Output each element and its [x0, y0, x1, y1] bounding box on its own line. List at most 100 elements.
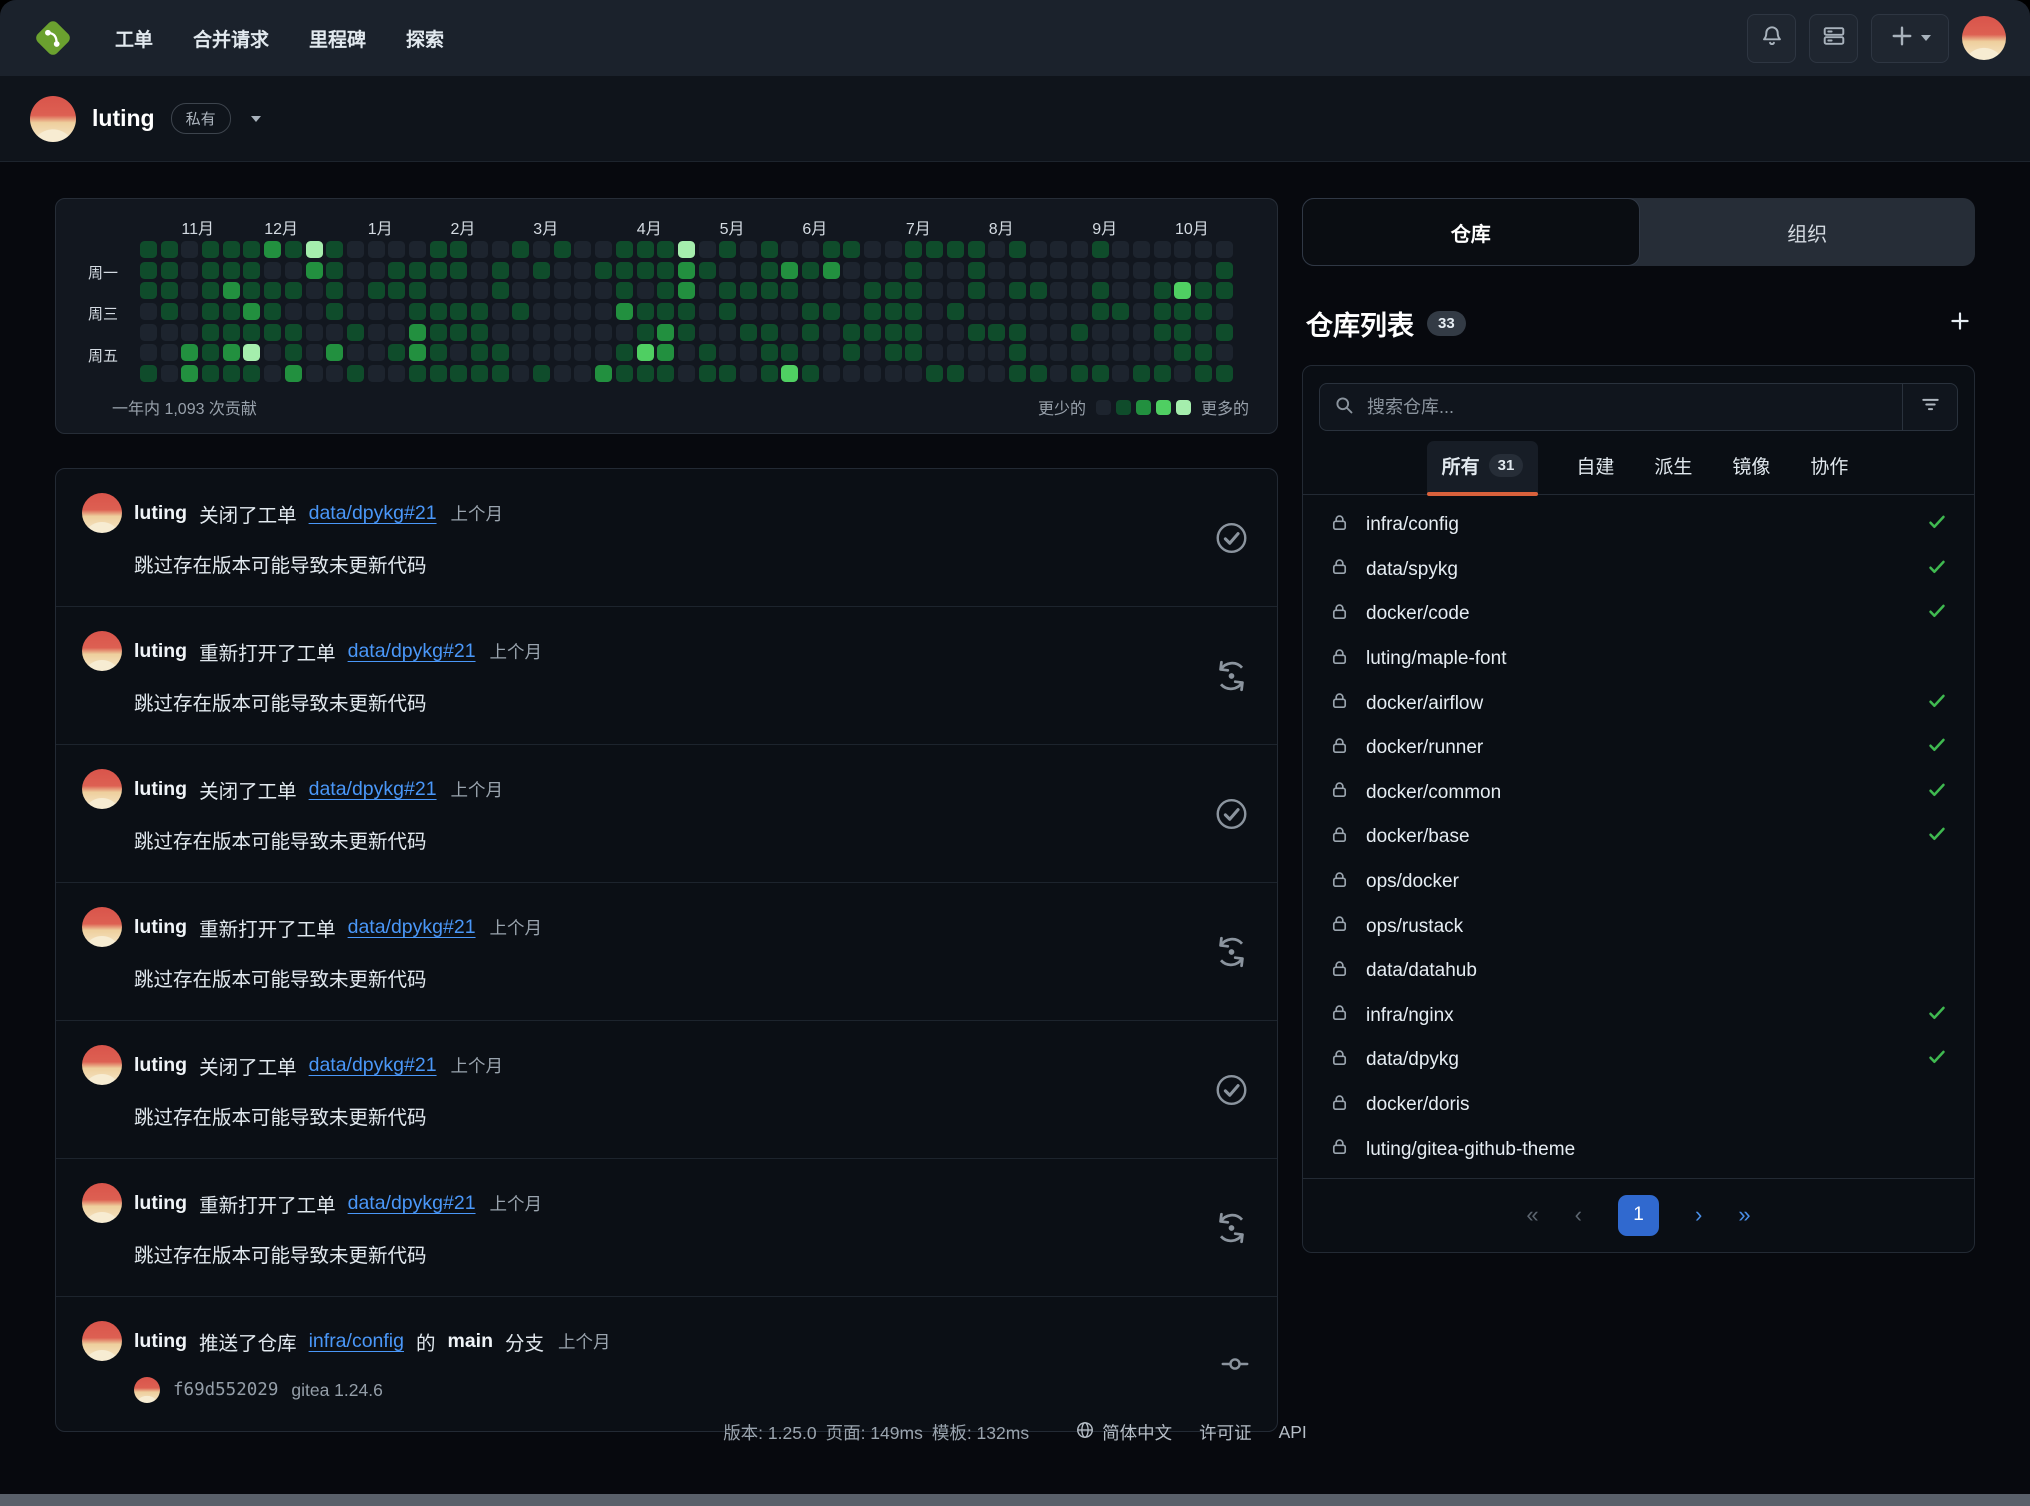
heatmap-cell [595, 324, 612, 341]
feed-user-link[interactable]: luting [134, 640, 187, 663]
repo-row[interactable]: docker/doris [1303, 1083, 1974, 1128]
repo-row[interactable]: docker/code [1303, 592, 1974, 637]
nav-item[interactable]: 合并请求 [176, 15, 286, 62]
heatmap-cell [1133, 262, 1150, 279]
heatmap-cell [719, 282, 736, 299]
footer-link[interactable]: 简体中文 [1075, 1420, 1172, 1445]
feed-repo-link[interactable]: data/dpykg#21 [348, 640, 476, 663]
feed-user-link[interactable]: luting [134, 1330, 187, 1353]
footer-link[interactable]: API [1279, 1422, 1307, 1443]
pagination-arrow[interactable]: › [1695, 1202, 1702, 1228]
heatmap-cell [306, 241, 323, 258]
feed-repo-link[interactable]: data/dpykg#21 [348, 916, 476, 939]
heatmap-cell [140, 262, 157, 279]
gitea-logo[interactable] [30, 15, 76, 61]
nav-item[interactable]: 探索 [389, 15, 461, 62]
heatmap-cell [781, 262, 798, 279]
legend-less-label: 更少的 [1038, 395, 1086, 419]
repo-row[interactable]: docker/airflow [1303, 681, 1974, 726]
tab-organizations[interactable]: 组织 [1640, 198, 1976, 266]
repo-row[interactable]: luting/maple-font [1303, 637, 1974, 682]
heatmap-cell [430, 241, 447, 258]
feed-repo-link[interactable]: data/dpykg#21 [309, 778, 437, 801]
repo-filter-tab[interactable]: 协作 [1808, 441, 1850, 494]
heatmap-cell [637, 365, 654, 382]
profile-dropdown-caret[interactable] [251, 116, 261, 122]
profile-avatar[interactable] [30, 96, 76, 142]
feed-user-link[interactable]: luting [134, 1054, 187, 1077]
repo-filter-tab[interactable]: 自建 [1574, 441, 1616, 494]
pagination-arrow[interactable]: » [1738, 1202, 1750, 1228]
heatmap-cell [140, 241, 157, 258]
heatmap-cell [926, 303, 943, 320]
feed-repo-link[interactable]: data/dpykg#21 [309, 1054, 437, 1077]
commit-avatar[interactable] [134, 1377, 160, 1403]
feed-user-link[interactable]: luting [134, 502, 187, 525]
heatmap-cell [202, 344, 219, 361]
commit-sha-link[interactable]: f69d552029 [173, 1380, 278, 1400]
repo-row[interactable]: infra/nginx [1303, 994, 1974, 1039]
feed-user-link[interactable]: luting [134, 1192, 187, 1215]
repo-row[interactable]: ops/rustack [1303, 904, 1974, 949]
feed-user-link[interactable]: luting [134, 916, 187, 939]
user-avatar[interactable] [82, 493, 122, 533]
feed-user-link[interactable]: luting [134, 778, 187, 801]
heatmap-cell [1092, 262, 1109, 279]
create-new-button[interactable] [1871, 14, 1949, 63]
pagination-current-page[interactable]: 1 [1618, 1195, 1659, 1236]
repo-row[interactable]: data/dpykg [1303, 1038, 1974, 1083]
repo-row[interactable]: infra/config [1303, 503, 1974, 548]
heatmap-cell [988, 344, 1005, 361]
heatmap-cell [1112, 241, 1129, 258]
repo-filter-button[interactable] [1902, 384, 1957, 430]
sync-check-icon [1927, 1003, 1947, 1029]
repo-row[interactable]: data/spykg [1303, 548, 1974, 593]
heatmap-cell [968, 365, 985, 382]
nav-item[interactable]: 工单 [98, 15, 170, 62]
heatmap-cell [368, 324, 385, 341]
repo-filter-tab[interactable]: 派生 [1652, 441, 1694, 494]
heatmap-cell [450, 241, 467, 258]
user-avatar[interactable] [82, 907, 122, 947]
heatmap-cell [181, 241, 198, 258]
repo-search-field-wrap [1320, 384, 1902, 430]
notifications-button[interactable] [1747, 14, 1796, 63]
nav-item[interactable]: 里程碑 [292, 15, 383, 62]
repo-row[interactable]: docker/base [1303, 815, 1974, 860]
repo-row[interactable]: ops/docker [1303, 860, 1974, 905]
repo-search-input[interactable] [1365, 396, 1888, 419]
heatmap-cell [1133, 241, 1150, 258]
heatmap-cell [306, 303, 323, 320]
feed-repo-link[interactable]: infra/config [309, 1330, 404, 1353]
repo-row[interactable]: docker/common [1303, 771, 1974, 816]
create-repo-button[interactable] [1949, 310, 1971, 337]
footer-link[interactable]: 许可证 [1199, 1420, 1252, 1445]
heatmap-cell [574, 282, 591, 299]
admin-panel-button[interactable] [1809, 14, 1858, 63]
user-avatar[interactable] [82, 769, 122, 809]
heatmap-cell [905, 344, 922, 361]
repo-filter-tab[interactable]: 所有31 [1427, 441, 1539, 494]
heatmap-cell [595, 282, 612, 299]
feed-repo-link[interactable]: data/dpykg#21 [309, 502, 437, 525]
user-avatar[interactable] [82, 1045, 122, 1085]
repo-row[interactable]: luting/gitea-github-theme [1303, 1127, 1974, 1172]
feed-repo-link[interactable]: data/dpykg#21 [348, 1192, 476, 1215]
user-menu-avatar[interactable] [1962, 16, 2006, 60]
horizontal-scrollbar[interactable] [0, 1494, 2030, 1506]
heatmap-cell [761, 282, 778, 299]
user-avatar[interactable] [82, 1321, 122, 1361]
commit-icon [1221, 1350, 1249, 1378]
heatmap-cell [409, 303, 426, 320]
repo-row[interactable]: data/datahub [1303, 949, 1974, 994]
lock-icon [1330, 1137, 1349, 1162]
tab-repositories[interactable]: 仓库 [1302, 198, 1640, 266]
repo-filter-tab[interactable]: 镜像 [1730, 441, 1772, 494]
user-avatar[interactable] [82, 1183, 122, 1223]
heatmap-month-label: 10月 [1175, 215, 1209, 239]
filter-icon [1920, 394, 1941, 420]
repo-row[interactable]: docker/runner [1303, 726, 1974, 771]
heatmap-cell [1112, 303, 1129, 320]
user-avatar[interactable] [82, 631, 122, 671]
heatmap-cell [347, 241, 364, 258]
